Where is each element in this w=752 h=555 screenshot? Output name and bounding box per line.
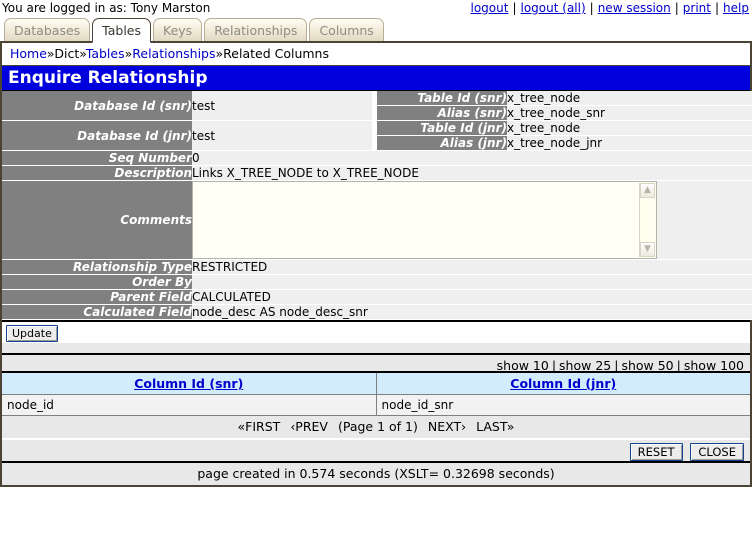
scroll-down-icon[interactable]: ▼ (640, 242, 655, 257)
show-100-link[interactable]: show 100 (684, 358, 744, 373)
show-links-bar: show 10|show 25|show 50|show 100 (2, 353, 750, 373)
last-page-link[interactable]: LAST» (476, 419, 514, 434)
table-row: Order By (2, 275, 752, 290)
tab-keys[interactable]: Keys (153, 18, 202, 41)
value-order-by (192, 275, 752, 290)
label-relationship-type: Relationship Type (2, 260, 192, 275)
link-separator: | (614, 358, 618, 373)
breadcrumb-item-dict: Dict (54, 46, 79, 61)
pagination-bar: «FIRST ‹PREV (Page 1 of 1) NEXT› LAST» (2, 416, 750, 439)
table-row: Description Links X_TREE_NODE to X_TREE_… (2, 166, 752, 181)
label-database-id-snr: Database Id (snr) (2, 91, 192, 121)
first-page-link[interactable]: «FIRST (238, 419, 281, 434)
breadcrumb: Home»Dict»Tables»Relationships»Related C… (0, 43, 752, 65)
value-relationship-type: RESTRICTED (192, 260, 752, 275)
value-alias-snr: x_tree_node_snr (507, 106, 752, 121)
top-status-bar: You are logged in as: Tony Marston logou… (0, 0, 752, 16)
link-separator: | (552, 358, 556, 373)
sort-link-col-jnr[interactable]: Column Id (jnr) (510, 376, 616, 391)
table-row: Relationship Type RESTRICTED (2, 260, 752, 275)
label-seq-number: Seq Number (2, 151, 192, 166)
value-calculated-field: node_desc AS node_desc_snr (192, 305, 752, 320)
label-table-id-snr: Table Id (snr) (377, 91, 507, 106)
label-database-id-jnr: Database Id (jnr) (2, 121, 192, 151)
sort-link-col-snr[interactable]: Column Id (snr) (134, 376, 243, 391)
show-10-link[interactable]: show 10 (497, 358, 549, 373)
top-links: logout|logout (all)|new session|print|he… (470, 1, 751, 15)
table-header-row: Column Id (snr) Column Id (jnr) (2, 373, 750, 395)
cell-col-snr[interactable]: node_id (2, 395, 376, 416)
value-seq-number: 0 (192, 151, 752, 166)
comments-scrollbar[interactable]: ▲ ▼ (639, 183, 655, 257)
table-row: node_id node_id_snr (2, 395, 750, 416)
comments-cell: ▲ ▼ (192, 181, 752, 260)
value-database-id-snr: test (192, 91, 372, 121)
scroll-up-icon[interactable]: ▲ (640, 183, 655, 198)
close-button[interactable]: CLOSE (690, 443, 744, 461)
table-row: Calculated Field node_desc AS node_desc_… (2, 305, 752, 320)
value-alias-jnr: x_tree_node_jnr (507, 136, 752, 151)
value-description: Links X_TREE_NODE to X_TREE_NODE (192, 166, 752, 181)
bottom-button-bar: RESET CLOSE (2, 439, 750, 463)
table-row: Database Id (jnr) test Table Id (jnr) x_… (2, 121, 752, 136)
label-parent-field: Parent Field (2, 290, 192, 305)
link-separator: | (675, 1, 679, 15)
link-separator: | (590, 1, 594, 15)
link-separator: | (512, 1, 516, 15)
detail-table: Database Id (snr) test Table Id (snr) x_… (2, 91, 752, 320)
table-row: Seq Number 0 (2, 151, 752, 166)
label-order-by: Order By (2, 275, 192, 290)
new-session-link[interactable]: new session (598, 1, 671, 15)
table-row: Parent Field CALCULATED (2, 290, 752, 305)
show-25-link[interactable]: show 25 (559, 358, 611, 373)
label-comments: Comments (2, 181, 192, 260)
value-table-id-snr: x_tree_node (507, 91, 752, 106)
related-columns-table: Column Id (snr) Column Id (jnr) node_id … (2, 373, 750, 416)
logged-in-label: You are logged in as: Tony Marston (2, 1, 210, 15)
print-link[interactable]: print (683, 1, 711, 15)
value-table-id-jnr: x_tree_node (507, 121, 752, 136)
logout-link[interactable]: logout (471, 1, 509, 15)
next-page-link[interactable]: NEXT› (428, 419, 466, 434)
label-calculated-field: Calculated Field (2, 305, 192, 320)
tab-tables[interactable]: Tables (92, 18, 151, 43)
link-separator: | (715, 1, 719, 15)
column-header-col-snr: Column Id (snr) (2, 373, 376, 395)
table-row: Comments ▲ ▼ (2, 181, 752, 260)
page-footer: page created in 0.574 seconds (XSLT= 0.3… (2, 463, 750, 485)
link-separator: | (677, 358, 681, 373)
label-table-id-jnr: Table Id (jnr) (377, 121, 507, 136)
logout-all-link[interactable]: logout (all) (521, 1, 586, 15)
spacer-bar (2, 342, 750, 353)
show-50-link[interactable]: show 50 (621, 358, 673, 373)
breadcrumb-item-home[interactable]: Home (10, 46, 47, 61)
reset-button[interactable]: RESET (630, 443, 683, 461)
value-parent-field: CALCULATED (192, 290, 752, 305)
breadcrumb-separator: » (216, 46, 224, 61)
update-button[interactable]: Update (6, 325, 58, 342)
breadcrumb-item-relationships[interactable]: Relationships (132, 46, 215, 61)
label-description: Description (2, 166, 192, 181)
prev-page-link[interactable]: ‹PREV (290, 419, 328, 434)
tab-strip: Databases Tables Keys Relationships Colu… (0, 16, 752, 43)
label-alias-snr: Alias (snr) (377, 106, 507, 121)
tab-databases[interactable]: Databases (4, 18, 90, 41)
main-frame: Enquire Relationship Database Id (snr) t… (0, 65, 752, 487)
update-bar: Update (2, 320, 750, 342)
page-title: Enquire Relationship (2, 66, 750, 91)
breadcrumb-item-related-columns: Related Columns (223, 46, 329, 61)
help-link[interactable]: help (723, 1, 749, 15)
page-info-label: (Page 1 of 1) (338, 419, 418, 434)
tab-columns[interactable]: Columns (309, 18, 383, 41)
table-row: Database Id (snr) test Table Id (snr) x_… (2, 91, 752, 106)
comments-textarea[interactable]: ▲ ▼ (192, 181, 657, 259)
tab-relationships[interactable]: Relationships (204, 18, 307, 41)
breadcrumb-item-tables[interactable]: Tables (86, 46, 125, 61)
cell-col-jnr[interactable]: node_id_snr (376, 395, 750, 416)
label-alias-jnr: Alias (jnr) (377, 136, 507, 151)
value-database-id-jnr: test (192, 121, 372, 151)
column-header-col-jnr: Column Id (jnr) (376, 373, 750, 395)
